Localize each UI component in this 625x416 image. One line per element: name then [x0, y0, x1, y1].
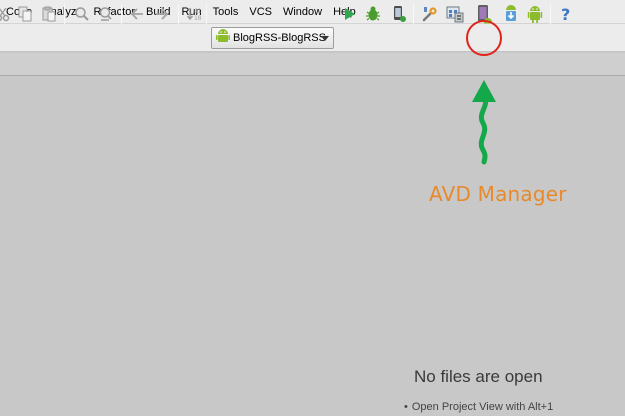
copy-icon[interactable]	[16, 5, 34, 23]
project-structure-icon[interactable]	[446, 5, 464, 23]
menu-vcs[interactable]: VCS	[243, 0, 277, 24]
open-project-view-hint-text: Open Project View with Alt+1	[411, 401, 554, 413]
svg-text:01: 01	[194, 8, 202, 15]
make-project-icon[interactable]: 01 10	[185, 5, 203, 23]
annotation-arrow-icon	[472, 80, 496, 165]
back-icon[interactable]	[128, 5, 146, 23]
cut-icon[interactable]	[0, 5, 12, 23]
menu-window[interactable]: Window	[277, 0, 327, 24]
settings-icon[interactable]	[421, 5, 439, 23]
open-project-view-hint: • Open Project View with Alt+1	[404, 401, 553, 413]
replace-icon[interactable]	[97, 5, 115, 23]
run-icon[interactable]	[340, 5, 358, 23]
toolbar-separator	[206, 4, 207, 24]
bullet-icon: •	[404, 401, 408, 413]
paste-icon[interactable]	[40, 5, 58, 23]
help-icon[interactable]: ?	[557, 5, 575, 23]
run-configuration-label: BlogRSS-BlogRSS	[233, 32, 326, 44]
debug-icon[interactable]	[364, 5, 382, 23]
toolbar-separator	[413, 4, 414, 24]
menu-tools[interactable]: Tools	[207, 0, 244, 24]
forward-icon[interactable]	[153, 5, 171, 23]
find-icon[interactable]	[73, 5, 91, 23]
toolbar-separator	[178, 4, 179, 24]
svg-text:10: 10	[194, 15, 202, 22]
highlight-circle	[466, 20, 502, 56]
annotation-label: AVD Manager	[429, 182, 567, 206]
android-monitor-icon[interactable]	[526, 5, 544, 23]
navigation-strip	[0, 53, 625, 76]
toolbar-separator	[121, 4, 122, 24]
sdk-manager-icon[interactable]	[502, 5, 520, 23]
attach-debugger-icon[interactable]	[390, 5, 408, 23]
android-icon	[216, 28, 230, 49]
no-files-open-title: No files are open	[414, 367, 543, 386]
toolbar-separator	[64, 4, 65, 24]
svg-text:?: ?	[561, 5, 570, 23]
run-configuration-select[interactable]: BlogRSS-BlogRSS	[211, 27, 334, 49]
toolbar-separator	[550, 4, 551, 24]
chevron-down-icon	[321, 36, 329, 41]
